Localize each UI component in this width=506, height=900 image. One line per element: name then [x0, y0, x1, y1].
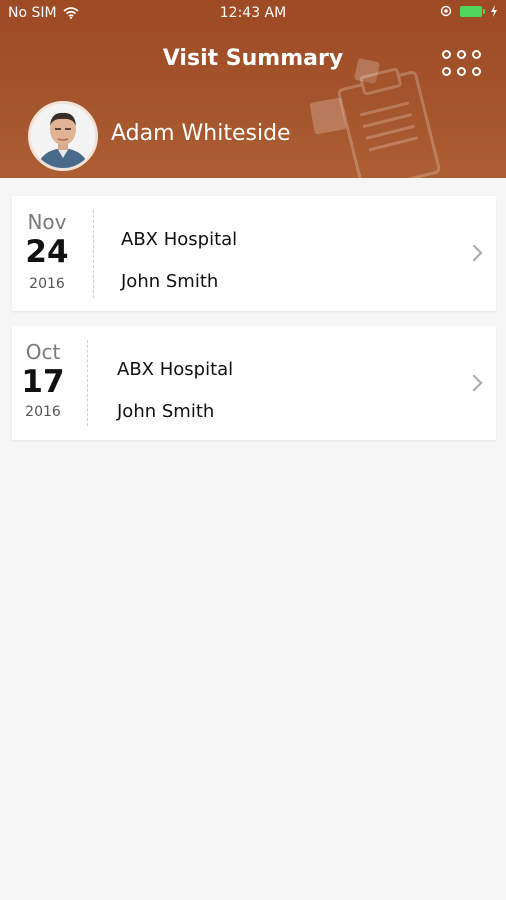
date-divider [93, 210, 94, 298]
visit-day: 24 [25, 234, 69, 270]
user-name: Adam Whiteside [111, 121, 291, 146]
menu-dot-icon [472, 50, 481, 59]
visit-hospital: ABX Hospital [121, 229, 238, 250]
visit-year: 2016 [29, 276, 65, 292]
app-header: No SIM 12:43 AM Visit Summary Adam White… [0, 0, 506, 178]
menu-dot-icon [457, 67, 466, 76]
user-photo-icon [31, 104, 95, 168]
menu-button[interactable] [442, 50, 482, 82]
status-time: 12:43 AM [219, 5, 287, 21]
menu-dot-icon [442, 67, 451, 76]
visit-hospital: ABX Hospital [117, 359, 234, 380]
charging-icon [491, 5, 497, 17]
menu-dot-icon [457, 50, 466, 59]
menu-dot-icon [442, 50, 451, 59]
visit-year: 2016 [25, 404, 61, 420]
location-icon [440, 5, 452, 17]
visit-card[interactable]: Nov 24 2016 ABX Hospital John Smith [12, 196, 496, 311]
menu-dot-icon [472, 67, 481, 76]
date-divider [87, 340, 88, 426]
visit-month: Nov [27, 210, 67, 234]
visit-card[interactable]: Oct 17 2016 ABX Hospital John Smith [12, 326, 496, 440]
chevron-right-icon [465, 374, 483, 392]
clipboard-icon [336, 69, 442, 178]
status-right [440, 5, 498, 17]
avatar[interactable] [28, 101, 98, 171]
page-title: Visit Summary [162, 46, 344, 71]
visit-day: 17 [21, 364, 65, 400]
visit-doctor: John Smith [117, 401, 215, 422]
status-bar: No SIM 12:43 AM [0, 0, 506, 26]
battery-icon [460, 5, 485, 17]
visit-month: Oct [25, 340, 61, 364]
chevron-right-icon [465, 244, 483, 262]
visit-doctor: John Smith [121, 271, 219, 292]
